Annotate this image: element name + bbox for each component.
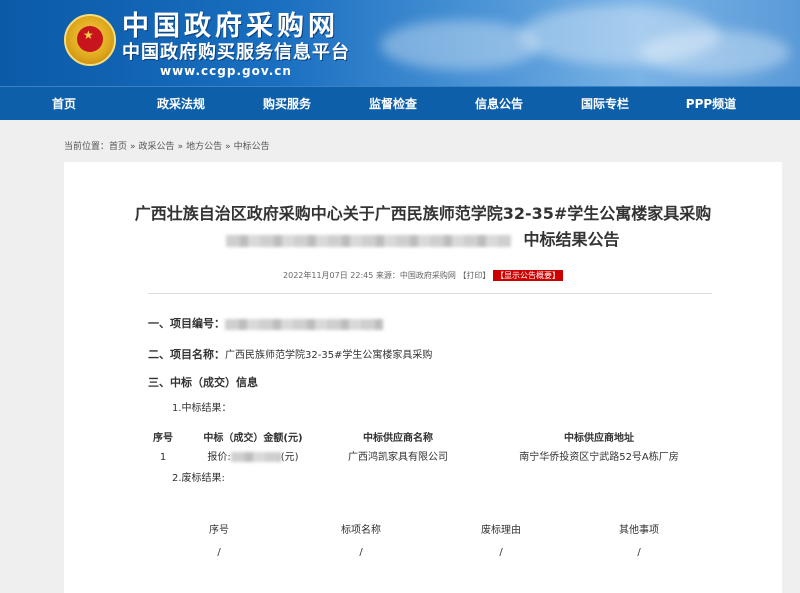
abandoned-header-no: 序号 (209, 525, 229, 536)
amount-suffix: (元) (280, 452, 299, 463)
site-subtitle: 中国政府购买服务信息平台 (122, 42, 350, 63)
nav-item-supervision[interactable]: 监督检查 (340, 87, 446, 121)
article-panel: 广西壮族自治区政府采购中心关于广西民族师范学院32-35#学生公寓楼家具采购 中… (64, 162, 782, 593)
award-table-header-no: 序号 (153, 433, 173, 444)
breadcrumb-prefix: 当前位置： (64, 142, 110, 152)
award-result-label: 1.中标结果： (172, 403, 232, 414)
redacted-project-number (225, 318, 383, 330)
breadcrumb: 当前位置：首页» 政采公告» 地方公告» 中标公告 (64, 141, 270, 153)
breadcrumb-separator: » (130, 142, 136, 152)
award-row-amount: 报价: (元) (188, 451, 318, 465)
article-title-line1: 广西壮族自治区政府采购中心关于广西民族师范学院32-35#学生公寓楼家具采购 (134, 204, 712, 223)
nav-item-purchase-services[interactable]: 购买服务 (234, 87, 340, 121)
project-number-label: 一、项目编号： (148, 317, 225, 330)
redacted-amount (230, 452, 281, 462)
abandoned-row-no: / (217, 547, 221, 558)
site-url: www.ccgp.gov.cn (160, 64, 292, 78)
show-summary-button[interactable]: 【显示公告概要】 (492, 270, 563, 281)
award-table-header-address: 中标供应商地址 (564, 433, 634, 444)
abandoned-header-item: 标项名称 (341, 525, 381, 536)
main-nav: 首页 政采法规 购买服务 监督检查 信息公告 国际专栏 PPP频道 (0, 86, 800, 120)
award-info-label: 三、中标（成交）信息 (148, 376, 258, 389)
nav-item-international[interactable]: 国际专栏 (552, 87, 658, 121)
award-row-address: 南宁华侨投资区宁武路52号A栋厂房 (519, 452, 679, 463)
award-row-no: 1 (159, 452, 167, 463)
banner-cloud (640, 30, 790, 75)
nav-item-ppp[interactable]: PPP频道 (658, 87, 764, 121)
award-table-header-amount: 中标（成交）金额(元) (203, 433, 303, 444)
breadcrumb-separator: » (177, 142, 184, 152)
nav-item-announcements[interactable]: 信息公告 (446, 87, 552, 121)
award-row-supplier: 广西鸿凯家具有限公司 (348, 452, 448, 463)
project-name-value: 广西民族师范学院32-35#学生公寓楼家具采购 (225, 350, 433, 361)
section-award-info: 三、中标（成交）信息 (148, 376, 258, 390)
nav-item-regulations[interactable]: 政采法规 (128, 87, 234, 121)
section-project-name: 二、项目名称：广西民族师范学院32-35#学生公寓楼家具采购 (148, 348, 432, 363)
banner-cloud (380, 20, 540, 70)
divider (148, 293, 712, 294)
article-meta: 2022年11月07日 22:45 来源：中国政府采购网 【打印】 【显示公告概… (64, 270, 782, 281)
abandoned-row-other: / (637, 547, 641, 558)
site-title: 中国政府采购网 (122, 11, 339, 42)
amount-prefix: 报价: (207, 452, 231, 463)
abandoned-result-label: 2.废标结果: (172, 473, 225, 484)
breadcrumb-item-local-notices[interactable]: 地方公告 (186, 142, 222, 152)
project-name-label: 二、项目名称： (148, 348, 225, 361)
national-emblem-icon: ★ (64, 14, 116, 66)
article-title-line2: 中标结果公告 (64, 228, 782, 252)
abandoned-header-other: 其他事项 (619, 525, 659, 536)
abandoned-header-reason: 废标理由 (481, 525, 521, 536)
article-title-suffix: 中标结果公告 (523, 230, 620, 249)
abandoned-row-reason: / (499, 547, 503, 558)
section-project-number: 一、项目编号： (148, 317, 383, 331)
redacted-text (226, 234, 512, 247)
article-source: 来源：中国政府采购网 (375, 271, 456, 280)
site-header-banner: ★ 中国政府采购网 中国政府购买服务信息平台 www.ccgp.gov.cn (0, 0, 800, 86)
article-datetime: 2022年11月07日 22:45 (283, 271, 374, 280)
award-table-header-supplier: 中标供应商名称 (363, 433, 433, 444)
nav-item-home[interactable]: 首页 (0, 87, 128, 121)
abandoned-row-item: / (359, 547, 363, 558)
breadcrumb-item-policy-notices[interactable]: 政采公告 (139, 142, 175, 152)
breadcrumb-item-home[interactable]: 首页 (109, 142, 127, 152)
print-link[interactable]: 【打印】 (458, 271, 490, 280)
breadcrumb-item-award-notices[interactable]: 中标公告 (234, 142, 270, 152)
breadcrumb-separator: » (225, 142, 231, 152)
